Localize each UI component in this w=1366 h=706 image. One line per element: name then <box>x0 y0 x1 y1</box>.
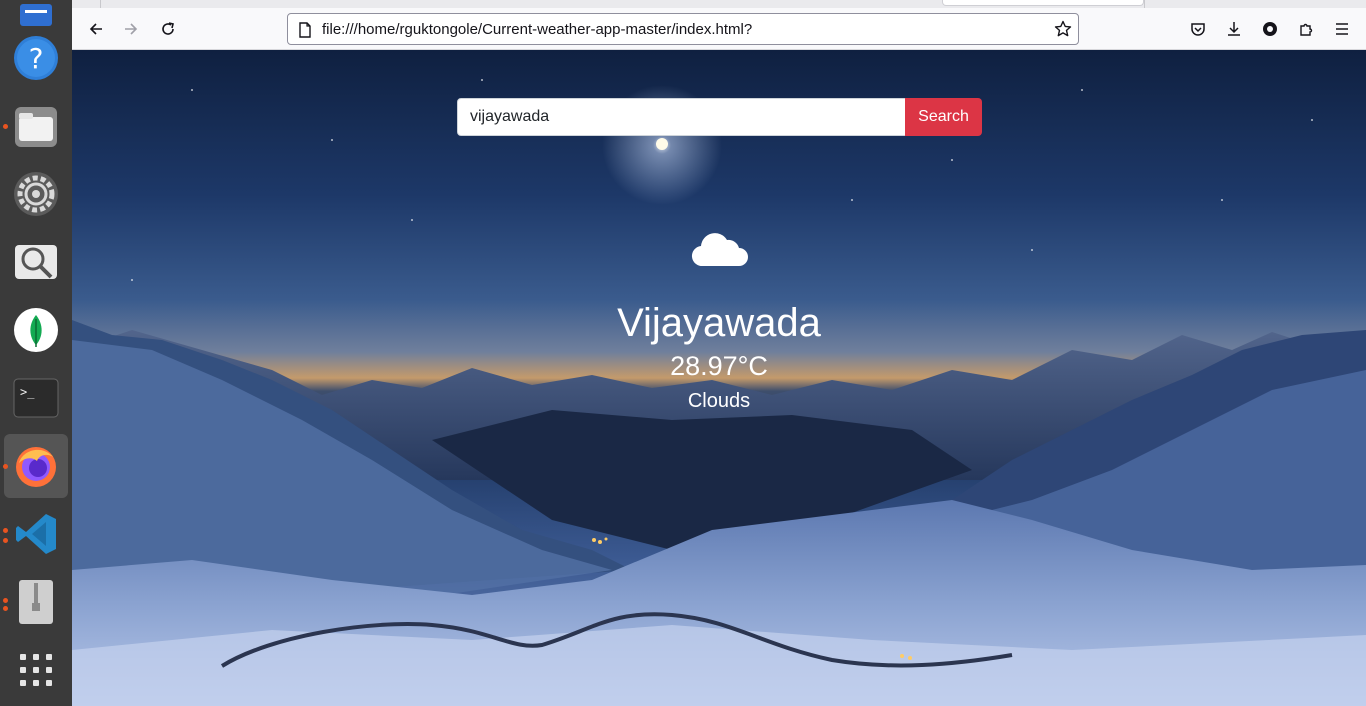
dock-item-files[interactable] <box>4 94 68 158</box>
show-apps-button[interactable] <box>4 638 68 702</box>
search-input[interactable] <box>457 98 906 136</box>
dock-item-terminal[interactable]: >_ <box>4 366 68 430</box>
archive-icon <box>19 580 53 624</box>
menu-button[interactable] <box>1328 15 1356 43</box>
svg-text:>_: >_ <box>20 385 35 399</box>
page-icon <box>299 22 311 38</box>
hamburger-icon <box>1336 23 1348 35</box>
search-button[interactable]: Search <box>905 98 982 136</box>
tab-active[interactable] <box>942 0 1144 6</box>
dock-item-image-viewer[interactable] <box>4 230 68 294</box>
dock-item-vscode[interactable] <box>4 502 68 566</box>
grid-icon <box>20 654 52 686</box>
browser-toolbar: file:///home/rguktongole/Current-weather… <box>72 0 1366 50</box>
search-form: Search <box>457 98 982 136</box>
weather-page: Search Vijayawada 28.97°C Clouds <box>72 50 1366 706</box>
folder-icon <box>15 107 57 147</box>
address-bar[interactable]: file:///home/rguktongole/Current-weather… <box>287 13 1079 45</box>
puzzle-icon <box>1300 23 1313 36</box>
vscode-icon <box>16 514 56 554</box>
firefox-icon <box>16 447 56 487</box>
account-icon <box>1263 22 1277 36</box>
dock-item-mongodb[interactable] <box>4 298 68 362</box>
back-button[interactable] <box>82 15 110 43</box>
arrow-right-icon <box>125 23 138 35</box>
tab-separator <box>1144 0 1145 8</box>
pocket-icon <box>1191 23 1205 36</box>
weather-condition: Clouds <box>687 390 751 412</box>
temperature: 28.97°C <box>670 351 768 381</box>
magnifier-icon <box>15 245 57 279</box>
svg-text:?: ? <box>29 42 44 75</box>
ubuntu-dock: ? >_ <box>0 0 72 706</box>
cloud-icon <box>691 233 748 267</box>
pocket-button[interactable] <box>1184 15 1212 43</box>
dock-item-firefox[interactable] <box>4 434 68 498</box>
tab-strip <box>72 0 1366 8</box>
terminal-icon: >_ <box>13 378 59 418</box>
weather-display: Vijayawada 28.97°C Clouds <box>519 228 919 412</box>
reload-button[interactable] <box>154 15 182 43</box>
forward-button[interactable] <box>117 15 145 43</box>
gear-icon <box>14 172 58 216</box>
downloads-button[interactable] <box>1220 15 1248 43</box>
city-name: Vijayawada <box>617 301 821 345</box>
url-text: file:///home/rguktongole/Current-weather… <box>322 21 753 38</box>
dock-item-help[interactable]: ? <box>4 26 68 90</box>
arrow-left-icon <box>89 23 102 35</box>
help-icon: ? <box>14 36 58 80</box>
tab-separator <box>100 0 101 8</box>
running-indicator <box>3 464 8 469</box>
leaf-icon <box>14 308 58 352</box>
dock-item-settings[interactable] <box>4 162 68 226</box>
download-icon <box>1228 22 1240 36</box>
account-button[interactable] <box>1256 15 1284 43</box>
extensions-button[interactable] <box>1292 15 1320 43</box>
reload-icon <box>162 22 174 35</box>
star-icon[interactable] <box>1054 20 1072 38</box>
dock-item-archive-manager[interactable] <box>4 570 68 634</box>
